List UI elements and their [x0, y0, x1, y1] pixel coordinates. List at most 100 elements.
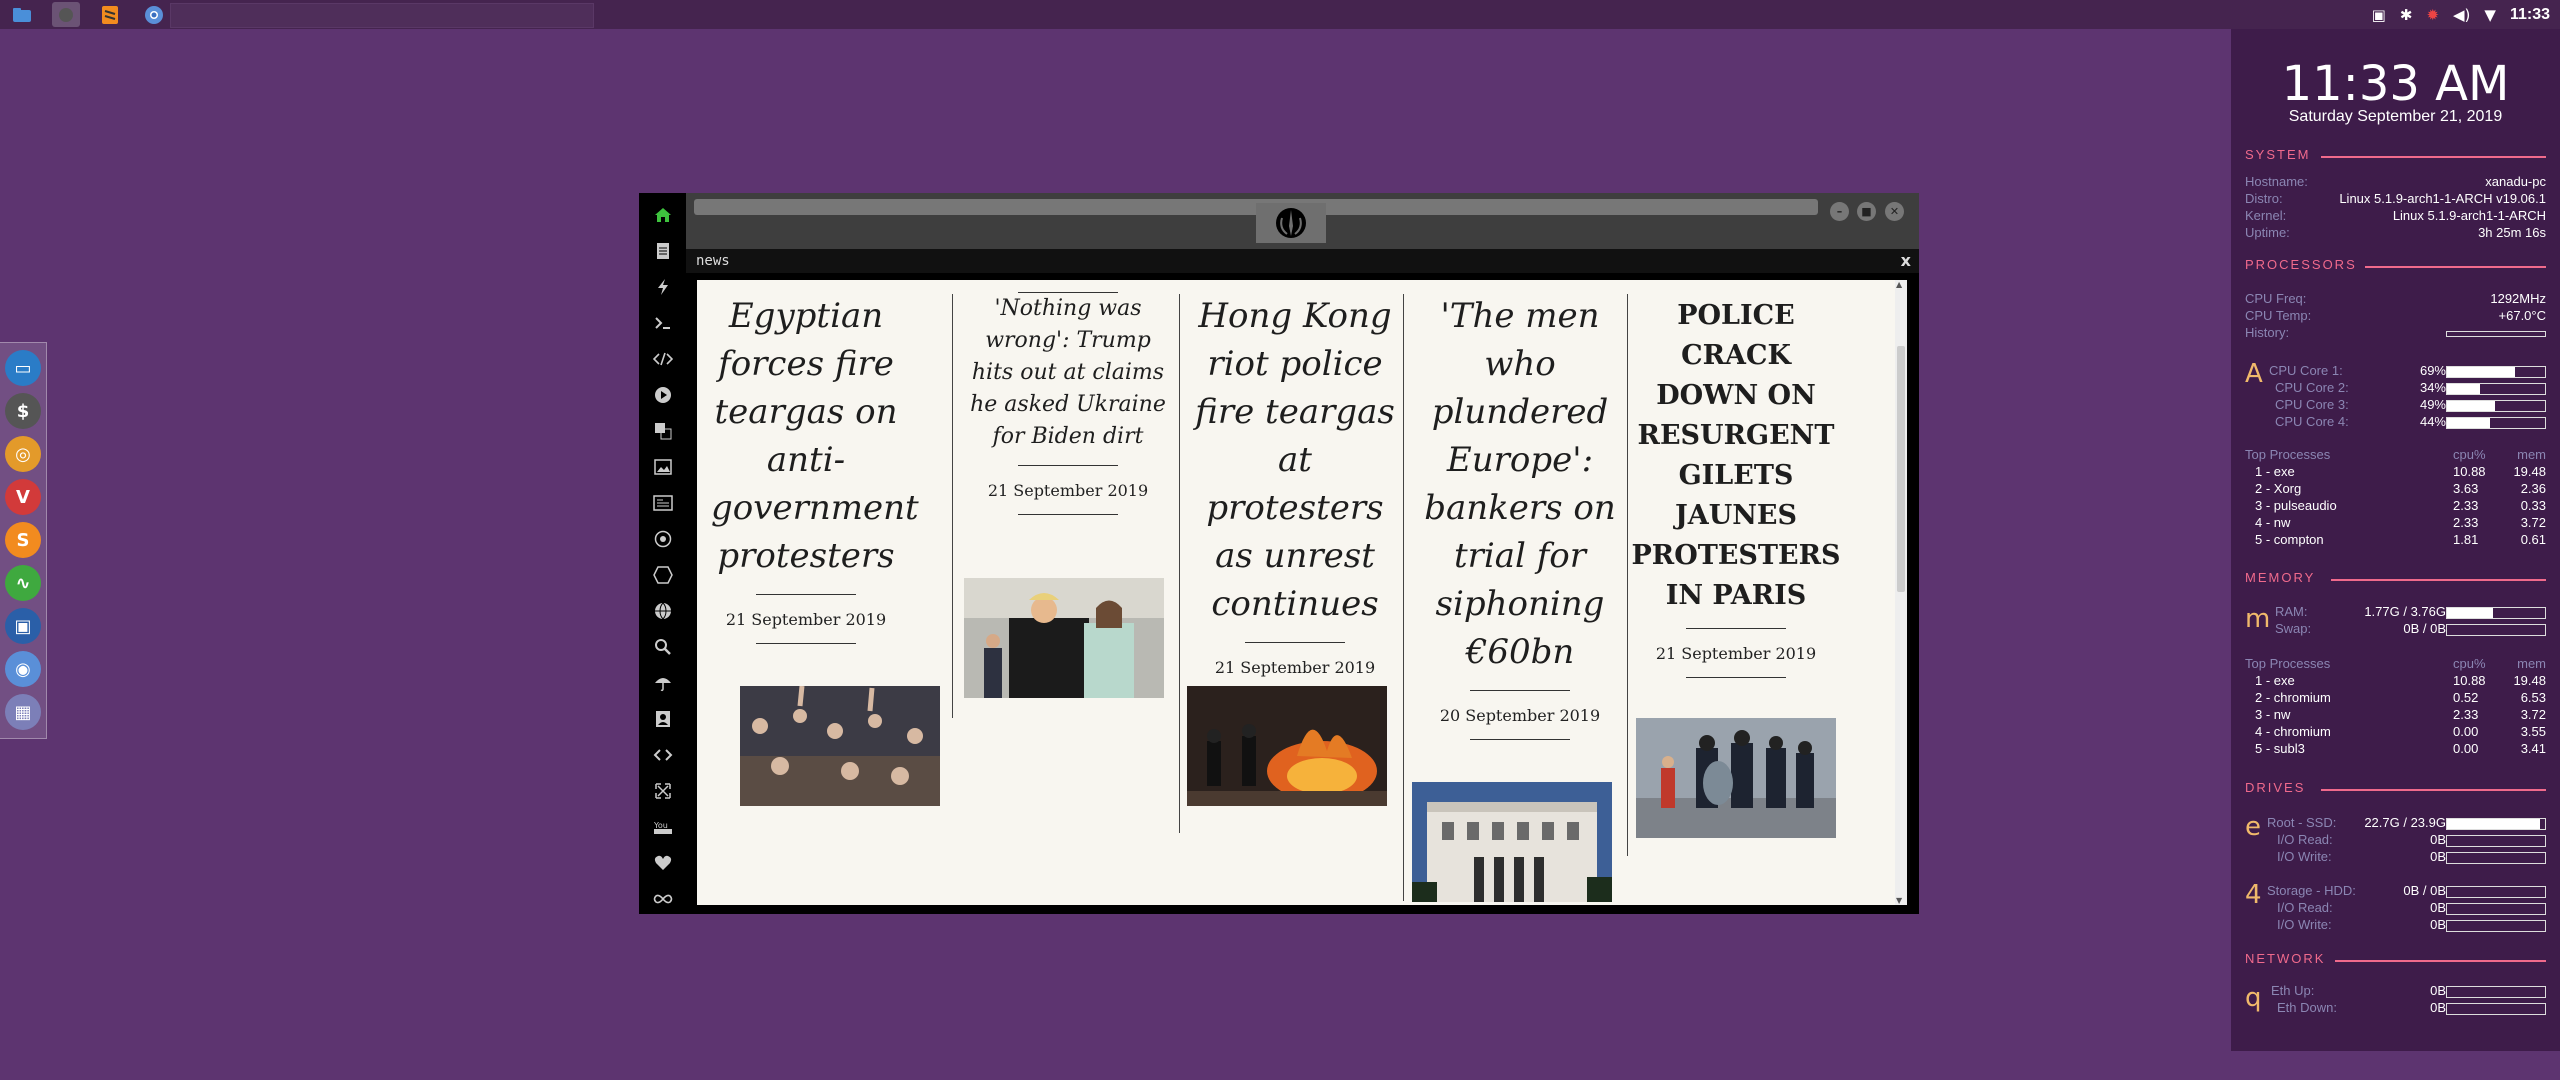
bluetooth-icon[interactable]: ✱: [2400, 6, 2413, 24]
value: 0B / 0B: [2403, 621, 2446, 636]
article-photo[interactable]: [964, 578, 1164, 698]
value: 1.77G / 3.76G: [2364, 604, 2446, 619]
grid-icon[interactable]: ▦: [5, 694, 41, 730]
article-title[interactable]: Hong Kong riot police fire teargas at pr…: [1189, 292, 1401, 628]
image-icon[interactable]: [639, 449, 686, 485]
process-cpu: 2.33: [2453, 498, 2479, 513]
wifi-icon[interactable]: ▼: [2484, 6, 2496, 24]
title-bar: – ■ ✕: [686, 193, 1919, 249]
aperture-icon[interactable]: [639, 521, 686, 557]
usage-bar: [2446, 366, 2546, 378]
minimize-button[interactable]: –: [1830, 202, 1849, 221]
conky-date: Saturday September 21, 2019: [2288, 108, 2503, 125]
volume-icon[interactable]: ◀): [2453, 6, 2470, 24]
home-icon[interactable]: [639, 197, 686, 233]
taskbar-window-list[interactable]: [170, 3, 594, 28]
globe-icon[interactable]: [639, 593, 686, 629]
value: 0B: [2430, 849, 2446, 864]
top-processes-header: Top Processes cpu% mem: [2245, 447, 2546, 464]
label: CPU Core 2:: [2275, 380, 2349, 395]
process-mem: 3.72: [2520, 707, 2546, 722]
chrome-icon[interactable]: ◉: [5, 651, 41, 687]
tray-clock[interactable]: 11:33: [2510, 6, 2550, 24]
newspaper-icon[interactable]: [639, 485, 686, 521]
column-divider: [1403, 294, 1404, 901]
scroll-down-arrow-icon[interactable]: ▼: [1896, 896, 1902, 905]
code-brackets-icon[interactable]: [639, 737, 686, 773]
system-tray: ▣ ✱ ✹ ◀) ▼ 11:33: [2372, 0, 2550, 29]
youtube-icon[interactable]: You: [639, 809, 686, 845]
play-icon[interactable]: [639, 377, 686, 413]
files-icon[interactable]: [8, 2, 36, 27]
article-title[interactable]: POLICE CRACK DOWN ON RESURGENT GILETS JA…: [1631, 296, 1841, 616]
value: 69%: [2419, 363, 2446, 378]
image-icon[interactable]: ▣: [2372, 6, 2386, 24]
article-card[interactable]: Egyptian forces fire teargas on anti-gov…: [711, 292, 919, 644]
expand-icon[interactable]: [639, 773, 686, 809]
document-icon[interactable]: [639, 233, 686, 269]
alert-icon[interactable]: ✹: [2426, 6, 2439, 24]
umbrella-icon[interactable]: [639, 665, 686, 701]
lightning-icon[interactable]: [639, 269, 686, 305]
article-card[interactable]: POLICE CRACK DOWN ON RESURGENT GILETS JA…: [1631, 296, 1841, 678]
process-name: 1 - exe: [2255, 673, 2295, 688]
cpu-history-graph: [2446, 331, 2546, 337]
tab-news[interactable]: news: [696, 253, 730, 269]
chromium-icon[interactable]: [140, 2, 168, 27]
ubuntu-icon[interactable]: ◎: [5, 436, 41, 472]
value: 0B: [2430, 917, 2446, 932]
article-card[interactable]: 'The men who plundered Europe': bankers …: [1414, 292, 1626, 740]
scrollbar-thumb[interactable]: [1897, 346, 1905, 592]
files-icon[interactable]: ▭: [5, 350, 41, 386]
close-button[interactable]: ✕: [1885, 202, 1904, 221]
process-row: 1 - exe 10.88 19.48: [2255, 464, 2546, 481]
kernel-row: Kernel: Linux 5.1.9-arch1-1-ARCH: [2245, 208, 2546, 225]
terminal-icon[interactable]: [639, 305, 686, 341]
hexagon-icon[interactable]: [639, 557, 686, 593]
process-name: 4 - nw: [2255, 515, 2291, 530]
vivaldi-icon[interactable]: V: [5, 479, 41, 515]
divider: [2335, 960, 2546, 962]
article-photo[interactable]: [1412, 782, 1612, 902]
label: Swap:: [2275, 621, 2312, 636]
article-title[interactable]: Egyptian forces fire teargas on anti-gov…: [711, 292, 919, 580]
article-photo[interactable]: [740, 685, 940, 806]
scroll-up-arrow-icon[interactable]: ▲: [1896, 280, 1902, 289]
value: xanadu-pc: [2485, 174, 2546, 189]
article-title[interactable]: 'The men who plundered Europe': bankers …: [1414, 292, 1626, 676]
article-date: 21 September 2019: [725, 610, 887, 629]
cpu-column-label: cpu%: [2453, 656, 2486, 671]
label: History:: [2245, 325, 2290, 340]
sublime-icon[interactable]: S: [5, 522, 41, 558]
label: Storage - HDD:: [2267, 883, 2356, 898]
article-photo[interactable]: [1187, 686, 1387, 806]
contact-icon[interactable]: [639, 701, 686, 737]
sublime-icon[interactable]: [96, 2, 124, 27]
scrollbar[interactable]: ▲ ▼: [1895, 280, 1907, 905]
article-card[interactable]: Hong Kong riot police fire teargas at pr…: [1189, 292, 1401, 692]
label: CPU Core 4:: [2275, 414, 2349, 429]
maximize-button[interactable]: ■: [1857, 202, 1876, 221]
monitor-icon[interactable]: ∿: [5, 565, 41, 601]
divider: [1245, 642, 1345, 643]
code-icon[interactable]: [639, 341, 686, 377]
heart-icon[interactable]: [639, 845, 686, 881]
article-title[interactable]: 'Nothing was wrong': Trump hits out at c…: [963, 293, 1173, 453]
screenshot-icon[interactable]: ▣: [5, 608, 41, 644]
infinity-icon[interactable]: [639, 881, 686, 917]
tab-close-button[interactable]: x: [1901, 251, 1911, 270]
translate-icon[interactable]: [639, 413, 686, 449]
article-card[interactable]: 'Nothing was wrong': Trump hits out at c…: [963, 292, 1173, 515]
usage-bar: [2446, 886, 2546, 898]
app-icon[interactable]: [52, 2, 80, 27]
value: 34%: [2419, 380, 2446, 395]
process-row: 1 - exe 10.88 19.48: [2255, 673, 2546, 690]
article-photo[interactable]: [1636, 718, 1836, 838]
usage-bar: [2446, 818, 2546, 830]
money-icon[interactable]: $: [5, 393, 41, 429]
conky-system-monitor: 11:33 AM Saturday September 21, 2019 SYS…: [2231, 29, 2560, 1051]
mem-column-label: mem: [2517, 447, 2546, 462]
label: Kernel:: [2245, 208, 2287, 223]
search-icon[interactable]: [639, 629, 686, 665]
divider: [756, 594, 856, 595]
